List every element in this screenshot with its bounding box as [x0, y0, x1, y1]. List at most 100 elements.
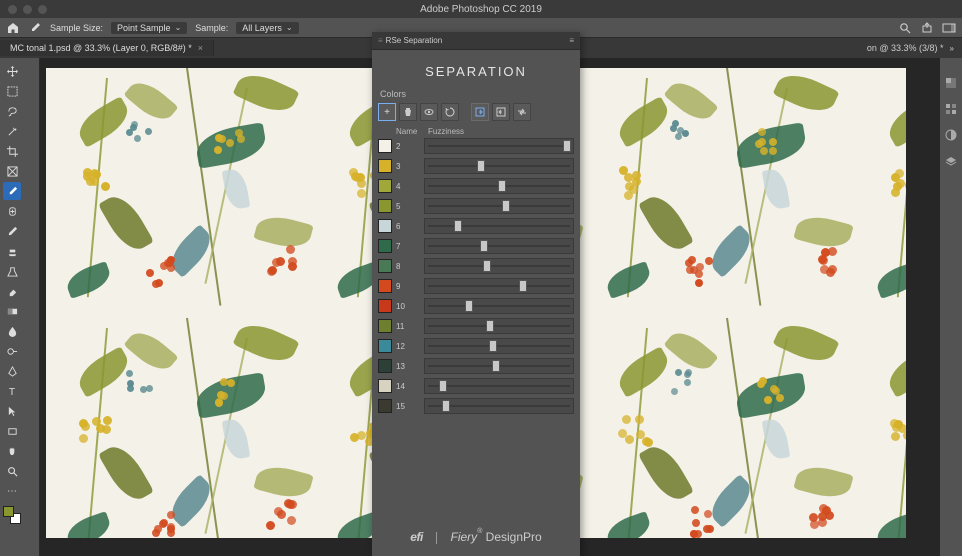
- separation-row[interactable]: 7: [378, 236, 574, 256]
- magic-wand-tool[interactable]: [3, 122, 21, 140]
- clone-stamp-tool[interactable]: [3, 242, 21, 260]
- sample-size-select[interactable]: Point Sample⌄: [111, 22, 187, 34]
- colors-section-label: Colors: [372, 89, 580, 103]
- fuzziness-slider[interactable]: [424, 398, 574, 414]
- adjustments-panel-icon[interactable]: [944, 128, 958, 142]
- fuzziness-slider[interactable]: [424, 278, 574, 294]
- history-brush-tool[interactable]: [3, 262, 21, 280]
- color-name: 6: [396, 222, 420, 231]
- fuzziness-slider[interactable]: [424, 238, 574, 254]
- add-color-button[interactable]: +: [378, 103, 396, 121]
- eyedropper-tool[interactable]: [3, 182, 21, 200]
- view-toggle-button[interactable]: [420, 103, 438, 121]
- dodge-tool[interactable]: [3, 342, 21, 360]
- lasso-tool[interactable]: [3, 102, 21, 120]
- minimize-window-button[interactable]: [23, 5, 32, 14]
- export-button[interactable]: [492, 103, 510, 121]
- fuzziness-slider[interactable]: [424, 198, 574, 214]
- fuzziness-slider[interactable]: [424, 318, 574, 334]
- fuzziness-slider[interactable]: [424, 158, 574, 174]
- search-icon[interactable]: [898, 21, 912, 35]
- sample-select[interactable]: All Layers⌄: [236, 22, 298, 34]
- delete-color-button[interactable]: [399, 103, 417, 121]
- color-swatch[interactable]: [378, 399, 392, 413]
- marquee-tool[interactable]: [3, 82, 21, 100]
- home-icon[interactable]: [6, 21, 20, 35]
- color-swatch[interactable]: [378, 299, 392, 313]
- maximize-window-button[interactable]: [38, 5, 47, 14]
- fuzziness-slider[interactable]: [424, 338, 574, 354]
- healing-brush-tool[interactable]: [3, 202, 21, 220]
- import-button[interactable]: [471, 103, 489, 121]
- panel-menu-icon[interactable]: ≡: [569, 36, 574, 45]
- brush-tool[interactable]: [3, 222, 21, 240]
- fuzziness-slider[interactable]: [424, 178, 574, 194]
- separation-row[interactable]: 5: [378, 196, 574, 216]
- separation-row[interactable]: 4: [378, 176, 574, 196]
- document-tab-2-fragment[interactable]: on @ 33.3% (3/8) *: [867, 43, 944, 53]
- color-swatch[interactable]: [378, 179, 392, 193]
- move-tool[interactable]: [3, 62, 21, 80]
- color-swatch[interactable]: [378, 379, 392, 393]
- pen-tool[interactable]: [3, 362, 21, 380]
- share-icon[interactable]: [920, 21, 934, 35]
- color-swatch[interactable]: [378, 159, 392, 173]
- crop-tool[interactable]: [3, 142, 21, 160]
- sample-label: Sample:: [195, 23, 228, 33]
- separation-row[interactable]: 9: [378, 276, 574, 296]
- document-tab-1[interactable]: MC tonal 1.psd @ 33.3% (Layer 0, RGB/8#)…: [0, 40, 214, 56]
- frame-tool[interactable]: [3, 162, 21, 180]
- separation-row[interactable]: 11: [378, 316, 574, 336]
- type-tool[interactable]: T: [3, 382, 21, 400]
- separation-row[interactable]: 6: [378, 216, 574, 236]
- panel-tab-header[interactable]: ≡ RSe Separation ≡: [372, 32, 580, 50]
- color-swatch[interactable]: [378, 359, 392, 373]
- color-swatch[interactable]: [378, 259, 392, 273]
- color-swatches[interactable]: [3, 506, 21, 524]
- fuzziness-header: Fuzziness: [428, 127, 574, 136]
- fuzziness-slider[interactable]: [424, 138, 574, 154]
- separation-row[interactable]: 15: [378, 396, 574, 416]
- refresh-button[interactable]: [441, 103, 459, 121]
- color-swatch[interactable]: [378, 239, 392, 253]
- separation-row[interactable]: 12: [378, 336, 574, 356]
- separation-row[interactable]: 10: [378, 296, 574, 316]
- color-swatch[interactable]: [378, 319, 392, 333]
- fuzziness-slider[interactable]: [424, 358, 574, 374]
- zoom-tool[interactable]: [3, 462, 21, 480]
- layers-panel-icon[interactable]: [944, 154, 958, 168]
- eraser-tool[interactable]: [3, 282, 21, 300]
- color-swatch[interactable]: [378, 279, 392, 293]
- fuzziness-slider[interactable]: [424, 378, 574, 394]
- close-icon[interactable]: ×: [198, 43, 203, 53]
- color-name: 15: [396, 402, 420, 411]
- separation-row[interactable]: 2: [378, 136, 574, 156]
- rectangle-tool[interactable]: [3, 422, 21, 440]
- separation-row[interactable]: 3: [378, 156, 574, 176]
- gradient-tool[interactable]: [3, 302, 21, 320]
- color-name: 12: [396, 342, 420, 351]
- color-swatch[interactable]: [378, 219, 392, 233]
- color-swatch[interactable]: [378, 139, 392, 153]
- fuzziness-slider[interactable]: [424, 218, 574, 234]
- edit-toolbar[interactable]: ⋯: [3, 482, 21, 500]
- separation-row[interactable]: 13: [378, 356, 574, 376]
- hand-tool[interactable]: [3, 442, 21, 460]
- panel-footer: efi Fiery® DesignPro: [372, 520, 580, 556]
- name-header: Name: [396, 127, 424, 136]
- swatches-panel-icon[interactable]: [944, 102, 958, 116]
- fuzziness-slider[interactable]: [424, 298, 574, 314]
- path-selection-tool[interactable]: [3, 402, 21, 420]
- color-swatch[interactable]: [378, 199, 392, 213]
- workspace-icon[interactable]: [942, 21, 956, 35]
- tab-overflow-icon[interactable]: »: [950, 44, 954, 53]
- close-window-button[interactable]: [8, 5, 17, 14]
- color-panel-icon[interactable]: [944, 76, 958, 90]
- separation-row[interactable]: 8: [378, 256, 574, 276]
- blur-tool[interactable]: [3, 322, 21, 340]
- panel-tab-label: RSe Separation: [386, 36, 442, 45]
- swap-button[interactable]: [513, 103, 531, 121]
- color-swatch[interactable]: [378, 339, 392, 353]
- fuzziness-slider[interactable]: [424, 258, 574, 274]
- separation-row[interactable]: 14: [378, 376, 574, 396]
